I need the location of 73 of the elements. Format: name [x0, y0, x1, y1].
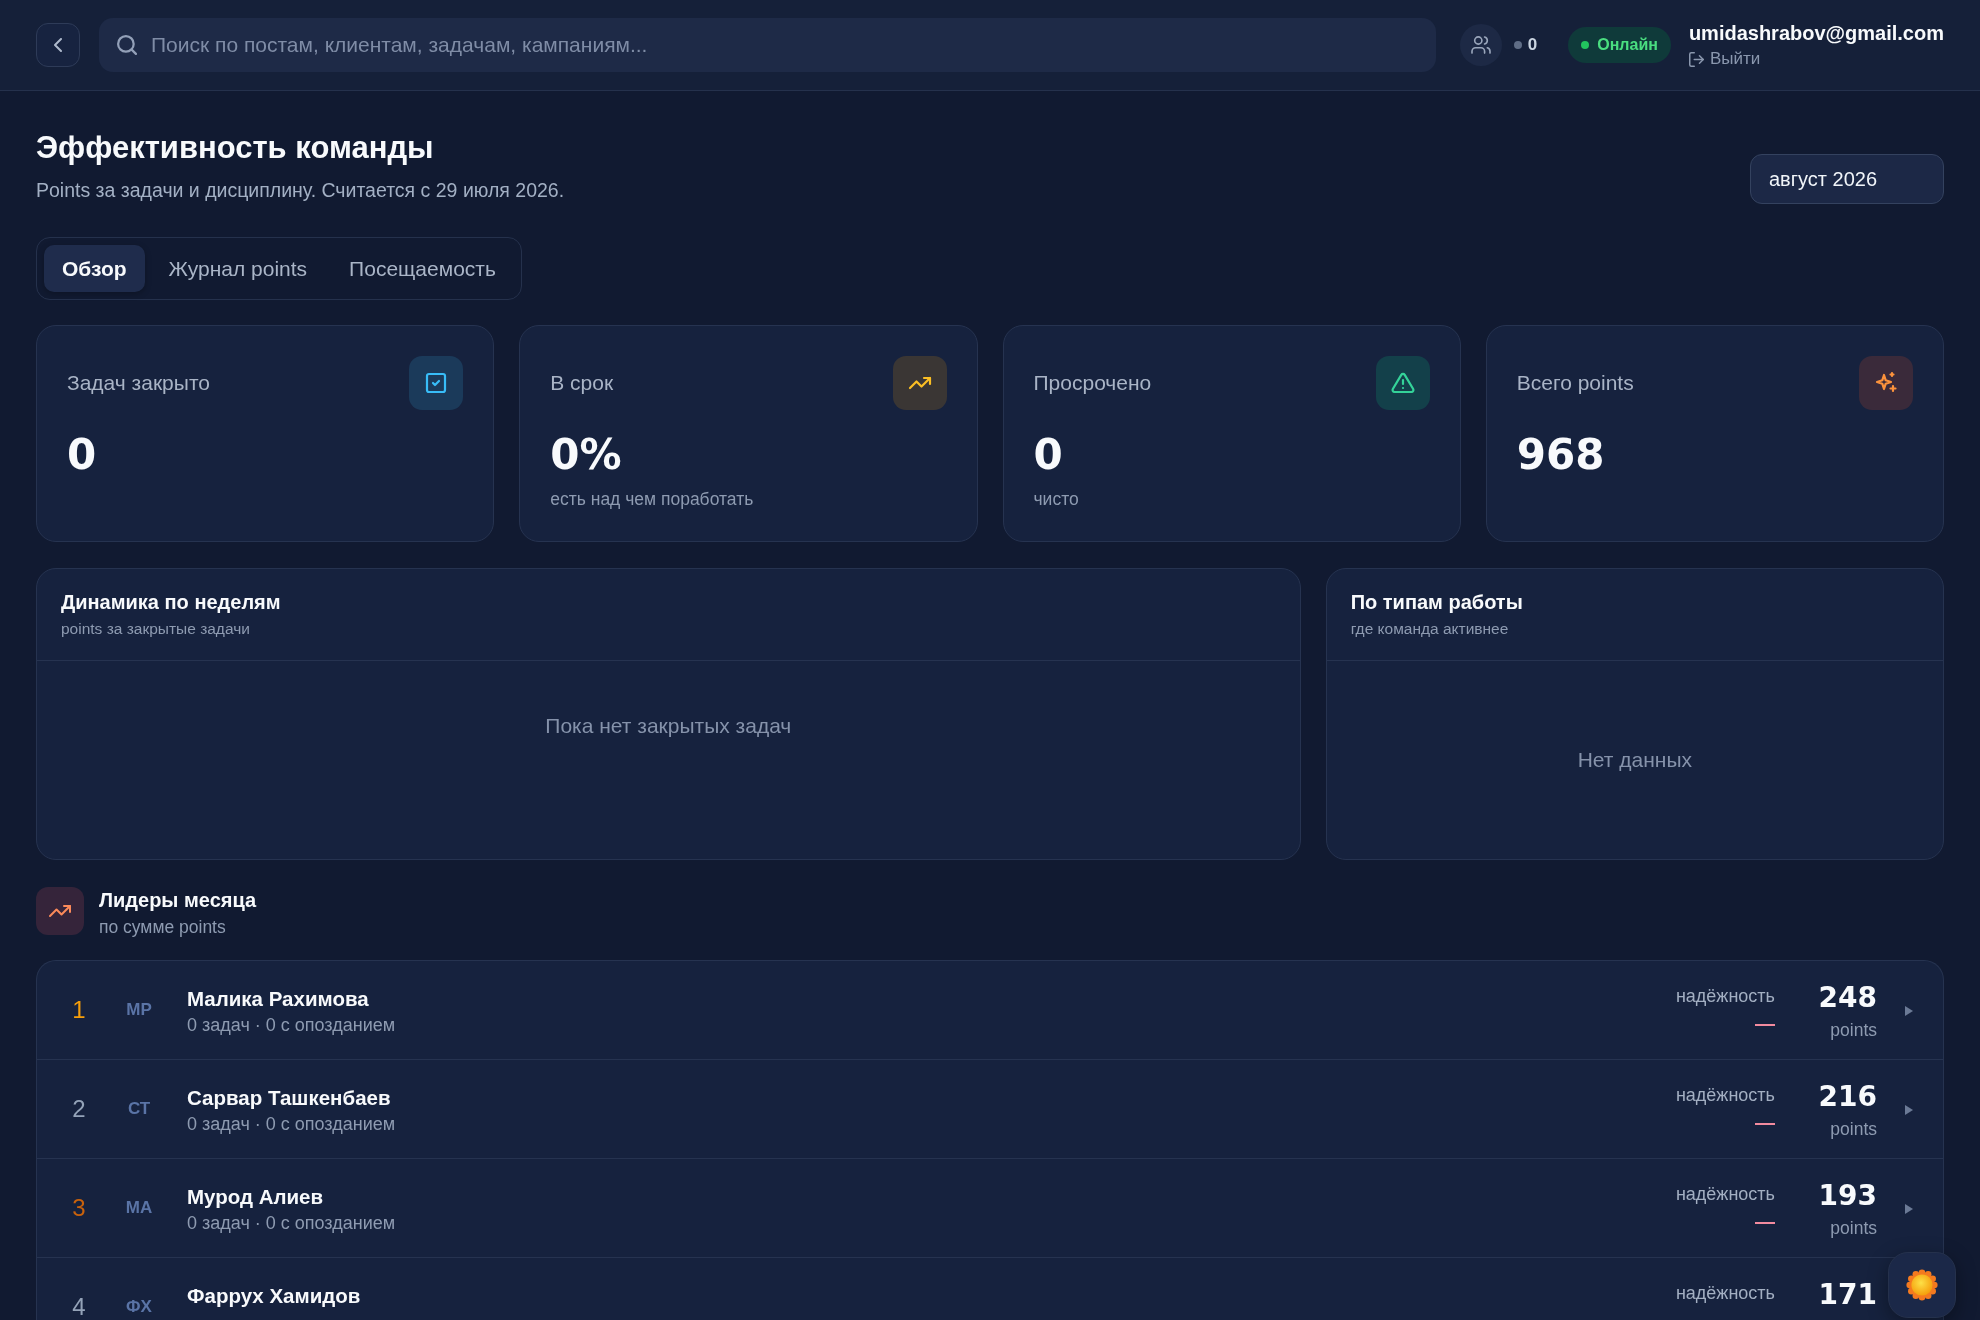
rank-number: 4: [71, 1292, 87, 1320]
rank-number: 3: [71, 1193, 87, 1223]
panel-subtitle: points за закрытые задачи: [61, 620, 251, 638]
checkbox-icon: [409, 356, 464, 410]
stat-label: Всего points: [1516, 371, 1634, 395]
warning-icon: [1375, 356, 1430, 410]
points-label: points: [1829, 1118, 1877, 1140]
status-dot-icon: [1581, 41, 1590, 49]
tab[interactable]: Журнал points: [150, 245, 326, 292]
logout-icon: [1688, 51, 1704, 67]
rank-number: 2: [71, 1094, 87, 1124]
reliability-value: —: [1754, 1012, 1775, 1034]
empty-state-text: Нет данных: [1577, 748, 1692, 772]
sparkle-icon: [1859, 356, 1913, 410]
member-name: Фаррух Хамидов: [187, 1284, 362, 1308]
avatar-initials: МА: [124, 1197, 154, 1219]
users-icon: [1470, 36, 1491, 54]
stat-note: есть над чем поработать: [550, 488, 755, 510]
stat-label: Задач закрыто: [67, 371, 210, 395]
panel-title: По типам работы: [1350, 590, 1524, 614]
empty-state-text: Пока нет закрытых задач: [545, 714, 792, 738]
member-name: Мурод Алиев: [187, 1185, 325, 1209]
month-select[interactable]: август 2026: [1750, 154, 1944, 204]
page-title: Эффективность команды: [36, 129, 435, 167]
stat-value: 0: [1033, 431, 1064, 479]
sun-icon: [1906, 1269, 1938, 1301]
member-name: Малика Рахимова: [187, 987, 370, 1011]
page-subtitle: Points за задачи и дисциплину. Считается с 29 июля 2026.: [36, 178, 565, 202]
reliability-label: надёжность: [1675, 1282, 1775, 1304]
user-email: umidashrabov@gmail.com: [1688, 21, 1944, 45]
presence-dot-icon: [1513, 41, 1522, 49]
points-value: 171: [1817, 1278, 1877, 1312]
reliability-label: надёжность: [1675, 1183, 1775, 1205]
avatar-initials: МР: [125, 999, 153, 1021]
stat-value: 0: [67, 431, 98, 479]
panel-title: Динамика по неделям: [61, 590, 282, 614]
chevron-left-icon: [54, 38, 62, 52]
trend-up-icon: [36, 887, 84, 935]
theme-toggle-button[interactable]: [1888, 1252, 1956, 1318]
stat-value: 968: [1516, 431, 1606, 479]
back-button[interactable]: [36, 23, 80, 67]
tab[interactable]: Посещаемость: [331, 245, 514, 292]
logout-link[interactable]: Выйти: [1688, 49, 1761, 69]
points-value: 193: [1817, 1179, 1877, 1213]
online-count: 0: [1527, 35, 1538, 55]
member-stats: 0 задач · 0 с опозданием: [187, 1212, 397, 1234]
stat-note: чисто: [1033, 488, 1080, 510]
status-label: Онлайн: [1597, 35, 1658, 55]
trend-up-icon: [892, 356, 947, 410]
users-button[interactable]: [1459, 24, 1502, 66]
stat-value: 0%: [550, 431, 623, 479]
reliability-label: надёжность: [1675, 985, 1775, 1007]
stat-label: Просрочено: [1033, 371, 1152, 395]
search-icon: [117, 35, 137, 55]
panel-subtitle: где команда активнее: [1350, 620, 1510, 638]
member-name: Сарвар Ташкенбаев: [187, 1086, 392, 1110]
member-stats: 0 задач · 0 с опозданием: [187, 1014, 397, 1036]
search-field[interactable]: Поиск по постам, клиентам, задачам, кампаниям...: [99, 18, 1436, 72]
rank-number: 1: [71, 995, 87, 1025]
points-value: 216: [1817, 1080, 1877, 1114]
section-subtitle: по сумме points: [99, 917, 227, 937]
stat-label: В срок: [550, 371, 614, 395]
points-label: points: [1829, 1217, 1877, 1239]
points-label: points: [1829, 1019, 1877, 1041]
tab[interactable]: Обзор: [44, 245, 145, 292]
member-stats: 0 задач · 0 с опозданием: [187, 1113, 397, 1135]
reliability-value: —: [1754, 1111, 1775, 1133]
reliability-label: надёжность: [1675, 1084, 1775, 1106]
points-value: 248: [1817, 981, 1877, 1015]
reliability-value: —: [1754, 1210, 1775, 1232]
section-title: Лидеры месяца: [99, 888, 257, 912]
avatar-initials: СТ: [126, 1098, 152, 1120]
avatar-initials: ФХ: [125, 1296, 153, 1318]
